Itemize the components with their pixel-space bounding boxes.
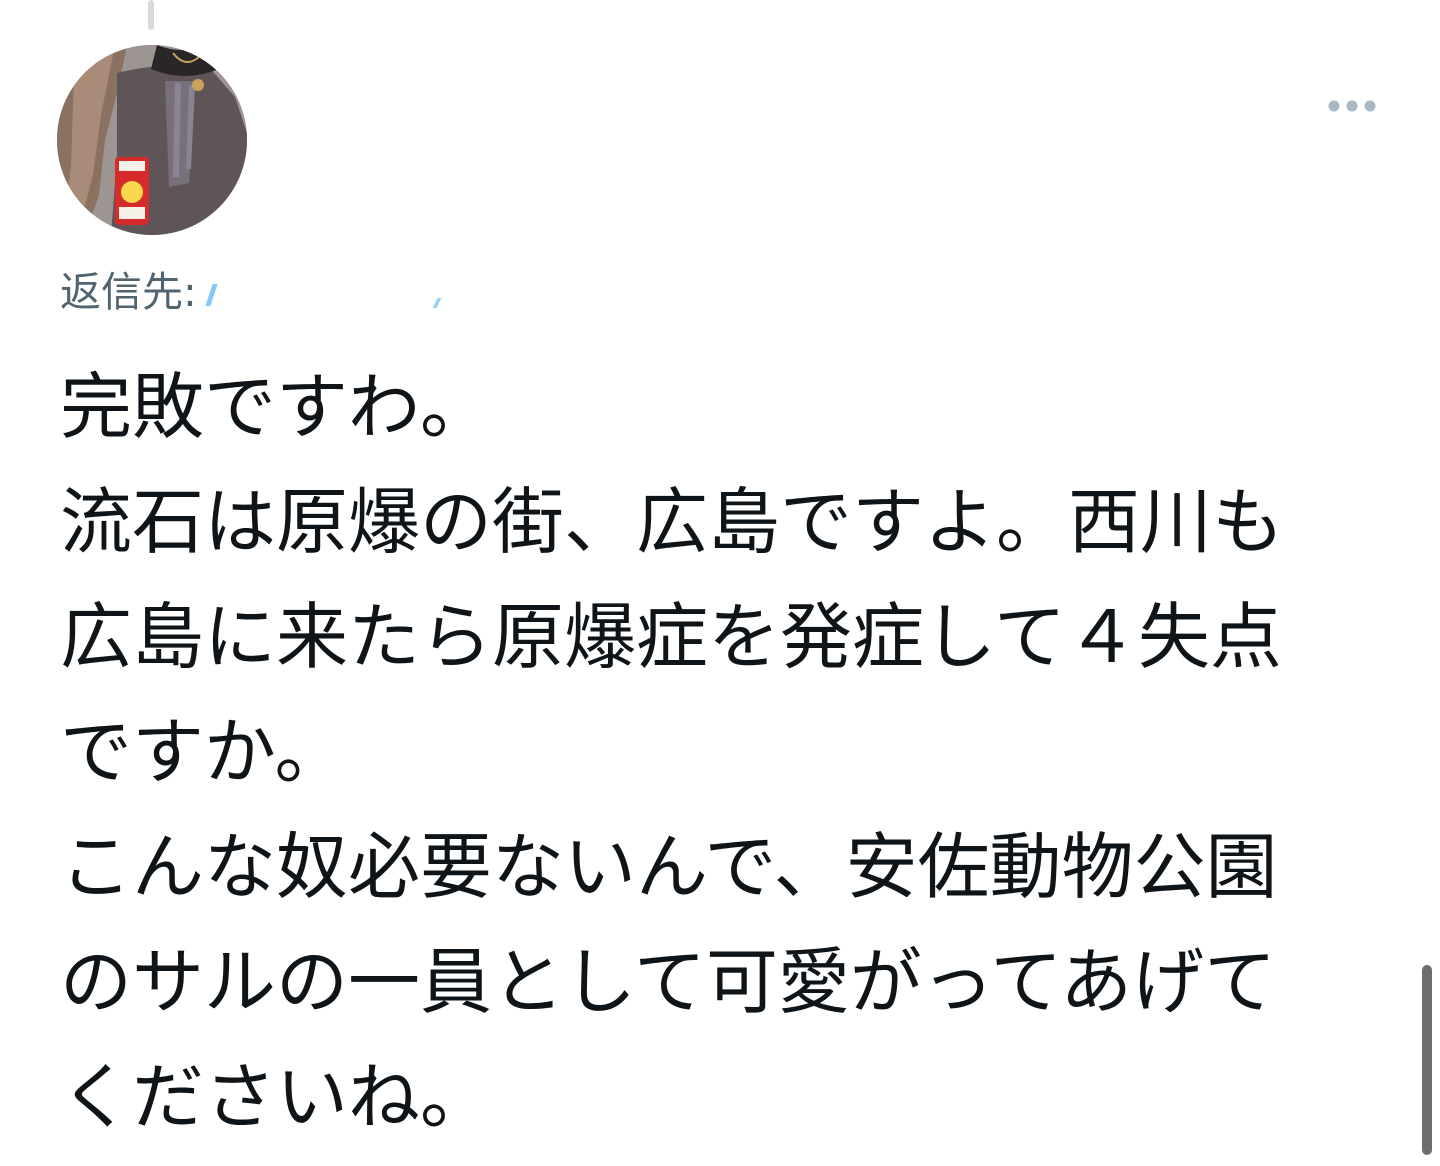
tweet-line: こんな奴必要ないんで、安佐動物公園 [60, 825, 1278, 909]
tweet-line: 広島に来たら原爆症を発症して４失点 [60, 595, 1282, 679]
thread-connector-line [148, 0, 154, 30]
tweet-line: くださいね。 [60, 1055, 493, 1139]
more-options-button[interactable] [1320, 90, 1384, 122]
tweet-line: 完敗ですわ。 [60, 365, 493, 449]
reply-to-line: 返信先: [60, 262, 455, 322]
tweet-line: のサルの一員として可愛がってあげて [60, 940, 1277, 1024]
tweet-text: 完敗ですわ。 流石は原爆の街、広島ですよ。西川も 広島に来たら原爆症を発症して４… [60, 350, 1360, 1155]
reply-handle-link[interactable] [203, 268, 455, 316]
tweet-line: ですか。 [60, 710, 347, 794]
avatar[interactable] [57, 45, 247, 235]
reply-prefix: 返信先: [60, 268, 197, 316]
vertical-scrollbar[interactable] [1422, 965, 1432, 1155]
more-horizontal-icon [1328, 100, 1376, 112]
tweet-line: 流石は原爆の街、広島ですよ。西川も [60, 480, 1285, 564]
avatar-photo [57, 45, 247, 235]
